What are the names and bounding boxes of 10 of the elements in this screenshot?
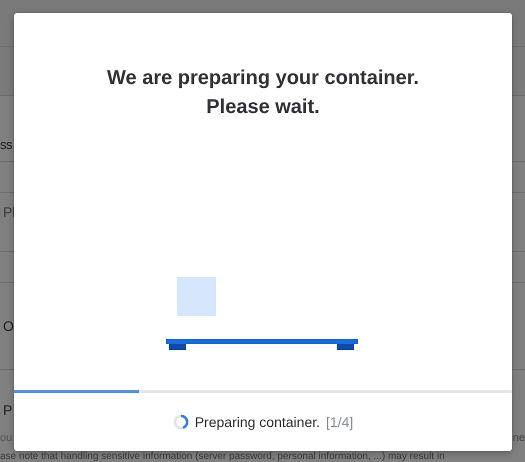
note-text: ase note that handling sensitive information (server password, personal information, ...) may result in [0,451,445,462]
row-label: ss [0,137,12,152]
dialog-title: Please wait. [206,95,320,120]
hint-text: ne [512,432,525,444]
row-label: P [3,402,12,418]
dialog-title: We are preparing your container. [107,66,419,91]
step-counter: [1/4] [326,414,354,430]
row-label: O [3,318,14,334]
status-text: Preparing container. [194,414,320,430]
spinner-icon [172,414,189,430]
